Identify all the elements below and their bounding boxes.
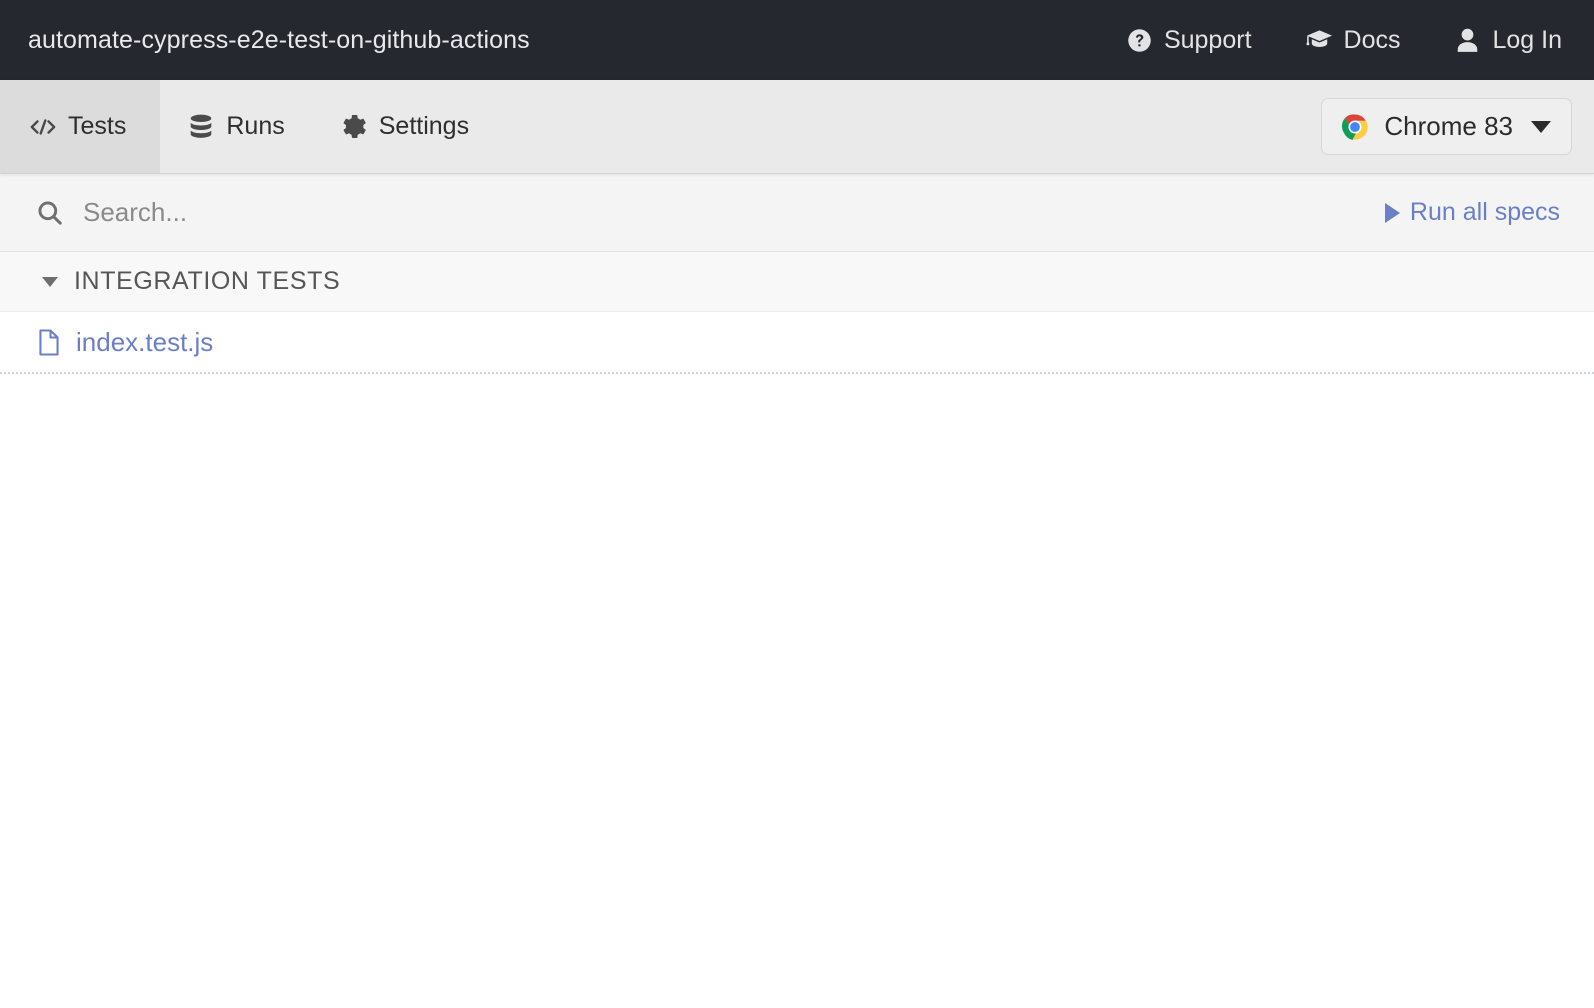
tab-tests[interactable]: Tests: [0, 80, 161, 173]
docs-link[interactable]: Docs: [1305, 25, 1401, 55]
spec-folder-label: INTEGRATION TESTS: [74, 267, 341, 295]
play-icon: [1384, 202, 1400, 223]
code-icon: [30, 114, 56, 140]
main-tab-bar: Tests Runs Settings Chrome 83: [0, 80, 1594, 174]
spec-name: index.test.js: [76, 326, 214, 357]
run-all-specs-label: Run all specs: [1409, 198, 1560, 226]
caret-down-icon: [42, 276, 58, 287]
search-wrap: [36, 197, 1385, 228]
graduation-cap-icon: [1305, 27, 1333, 54]
gear-icon: [341, 114, 367, 140]
app-header: automate-cypress-e2e-test-on-github-acti…: [0, 0, 1594, 80]
search-icon: [36, 199, 63, 226]
login-link[interactable]: Log In: [1454, 26, 1562, 55]
tab-runs-label: Runs: [226, 112, 285, 140]
support-link[interactable]: Support: [1126, 26, 1252, 55]
cypress-test-runner-window: automate-cypress-e2e-test-on-github-acti…: [0, 0, 1594, 1008]
tab-settings-label: Settings: [378, 112, 470, 140]
chevron-down-icon: [1531, 120, 1551, 133]
file-icon: [38, 328, 60, 356]
search-input[interactable]: [83, 197, 603, 228]
tab-tests-label: Tests: [68, 112, 127, 140]
browser-selector-label: Chrome 83: [1384, 111, 1513, 141]
run-all-specs-button[interactable]: Run all specs: [1384, 198, 1560, 227]
spec-row[interactable]: index.test.js: [0, 312, 1594, 374]
browser-selector[interactable]: Chrome 83: [1321, 98, 1572, 155]
login-link-label: Log In: [1492, 25, 1562, 54]
project-title: automate-cypress-e2e-test-on-github-acti…: [28, 25, 530, 54]
spec-list: INTEGRATION TESTS index.test.js: [0, 252, 1594, 1008]
docs-link-label: Docs: [1343, 25, 1401, 54]
database-icon: [188, 114, 214, 140]
user-icon: [1454, 27, 1481, 54]
spec-search-bar: Run all specs: [0, 174, 1594, 252]
tab-runs[interactable]: Runs: [160, 80, 312, 173]
question-circle-icon: [1126, 27, 1153, 54]
header-nav: Support Docs Log In: [1126, 26, 1562, 55]
support-link-label: Support: [1163, 25, 1252, 54]
tab-settings[interactable]: Settings: [313, 80, 497, 173]
tab-bar-spacer: [497, 80, 1321, 173]
spec-folder-integration-tests[interactable]: INTEGRATION TESTS: [0, 252, 1594, 312]
chrome-logo-icon: [1340, 112, 1370, 142]
